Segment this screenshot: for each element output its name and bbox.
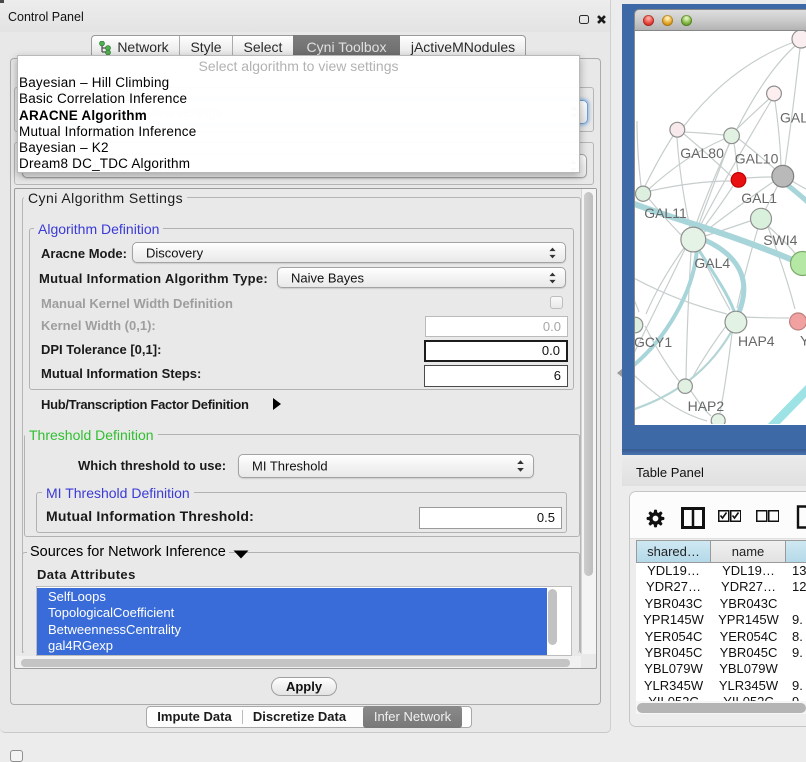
svg-text:SWI4: SWI4 — [763, 232, 797, 248]
svg-text:GAL4: GAL4 — [694, 255, 730, 271]
svg-text:GAL2: GAL2 — [780, 110, 806, 126]
svg-text:Y: Y — [800, 333, 806, 349]
svg-text:GCY1: GCY1 — [635, 334, 672, 350]
svg-text:GAL80: GAL80 — [680, 145, 724, 161]
svg-text:GAL11: GAL11 — [644, 205, 687, 221]
svg-text:HAP4: HAP4 — [738, 333, 775, 349]
svg-text:GAL1: GAL1 — [741, 190, 777, 206]
svg-text:GAL10: GAL10 — [735, 151, 779, 167]
svg-text:HAP2: HAP2 — [688, 398, 725, 414]
